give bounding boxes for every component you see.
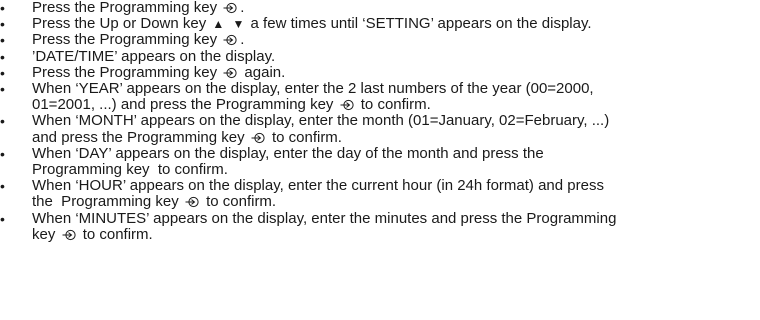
- bullet: •: [0, 32, 5, 49]
- step-press-programming-key-again: • Press the Programming key again.: [0, 63, 760, 81]
- step-press-up-down-key: • Press the Up or Down key ▲ ▼ a few tim…: [0, 15, 760, 33]
- step-text: ’DATE/TIME’ appears on the display.: [32, 47, 276, 65]
- programming-key-icon: [223, 2, 238, 14]
- bullet: •: [0, 64, 5, 81]
- step-month: • When ‘MONTH’ appears on the display, e…: [0, 113, 760, 146]
- bullet: •: [0, 81, 5, 98]
- step-text-end: .: [240, 31, 245, 49]
- programming-key-icon: [223, 34, 238, 46]
- programming-key-icon: [185, 196, 200, 208]
- step-text: Press the Programming key: [32, 0, 218, 16]
- step-text: When ‘HOUR’ appears on the display, ente…: [32, 177, 604, 211]
- bullet: •: [0, 210, 5, 227]
- step-day: • When ‘DAY’ appears on the display, ent…: [0, 144, 760, 179]
- step-text: Press the Up or Down key: [32, 15, 207, 33]
- step-text-end: again.: [244, 63, 286, 81]
- bullet: •: [0, 178, 5, 195]
- instruction-document: • Press the Programming key . • Press th…: [0, 0, 760, 320]
- bullet: •: [0, 16, 5, 33]
- programming-key-icon: [223, 67, 238, 79]
- step-text-end: to confirm.: [360, 96, 431, 114]
- step-minutes: • When ‘MINUTES’ appears on the display,…: [0, 210, 760, 243]
- step-text-end: to confirm.: [206, 193, 277, 211]
- step-text: When ‘YEAR’ appears on the display, ente…: [32, 80, 594, 114]
- down-arrow-icon: ▼: [232, 17, 245, 32]
- up-arrow-icon: ▲: [212, 17, 225, 32]
- step-text-end: to confirm.: [271, 128, 342, 146]
- step-hour: • When ‘HOUR’ appears on the display, en…: [0, 177, 760, 211]
- programming-key-icon: [62, 229, 77, 241]
- step-text: Press the Programming key: [32, 63, 218, 81]
- programming-key-icon: [251, 132, 266, 144]
- bullet: •: [0, 113, 5, 130]
- bullet: •: [0, 145, 5, 162]
- step-date-time-display: • ’DATE/TIME’ appears on the display.: [0, 47, 760, 65]
- step-text-end: a few times until ‘SETTING’ appears on t…: [250, 15, 592, 33]
- steps-list: • Press the Programming key . • Press th…: [0, 0, 760, 243]
- step-text-end: to confirm.: [82, 225, 153, 243]
- step-text: When ‘DAY’ appears on the display, enter…: [32, 144, 544, 179]
- step-press-programming-key: • Press the Programming key .: [0, 0, 760, 16]
- bullet: •: [0, 48, 5, 65]
- step-year: • When ‘YEAR’ appears on the display, en…: [0, 80, 760, 114]
- step-text: Press the Programming key: [32, 31, 218, 49]
- bullet: •: [0, 0, 5, 16]
- step-press-programming-key-2: • Press the Programming key .: [0, 31, 760, 49]
- step-text-end: .: [240, 0, 245, 16]
- programming-key-icon: [340, 99, 355, 111]
